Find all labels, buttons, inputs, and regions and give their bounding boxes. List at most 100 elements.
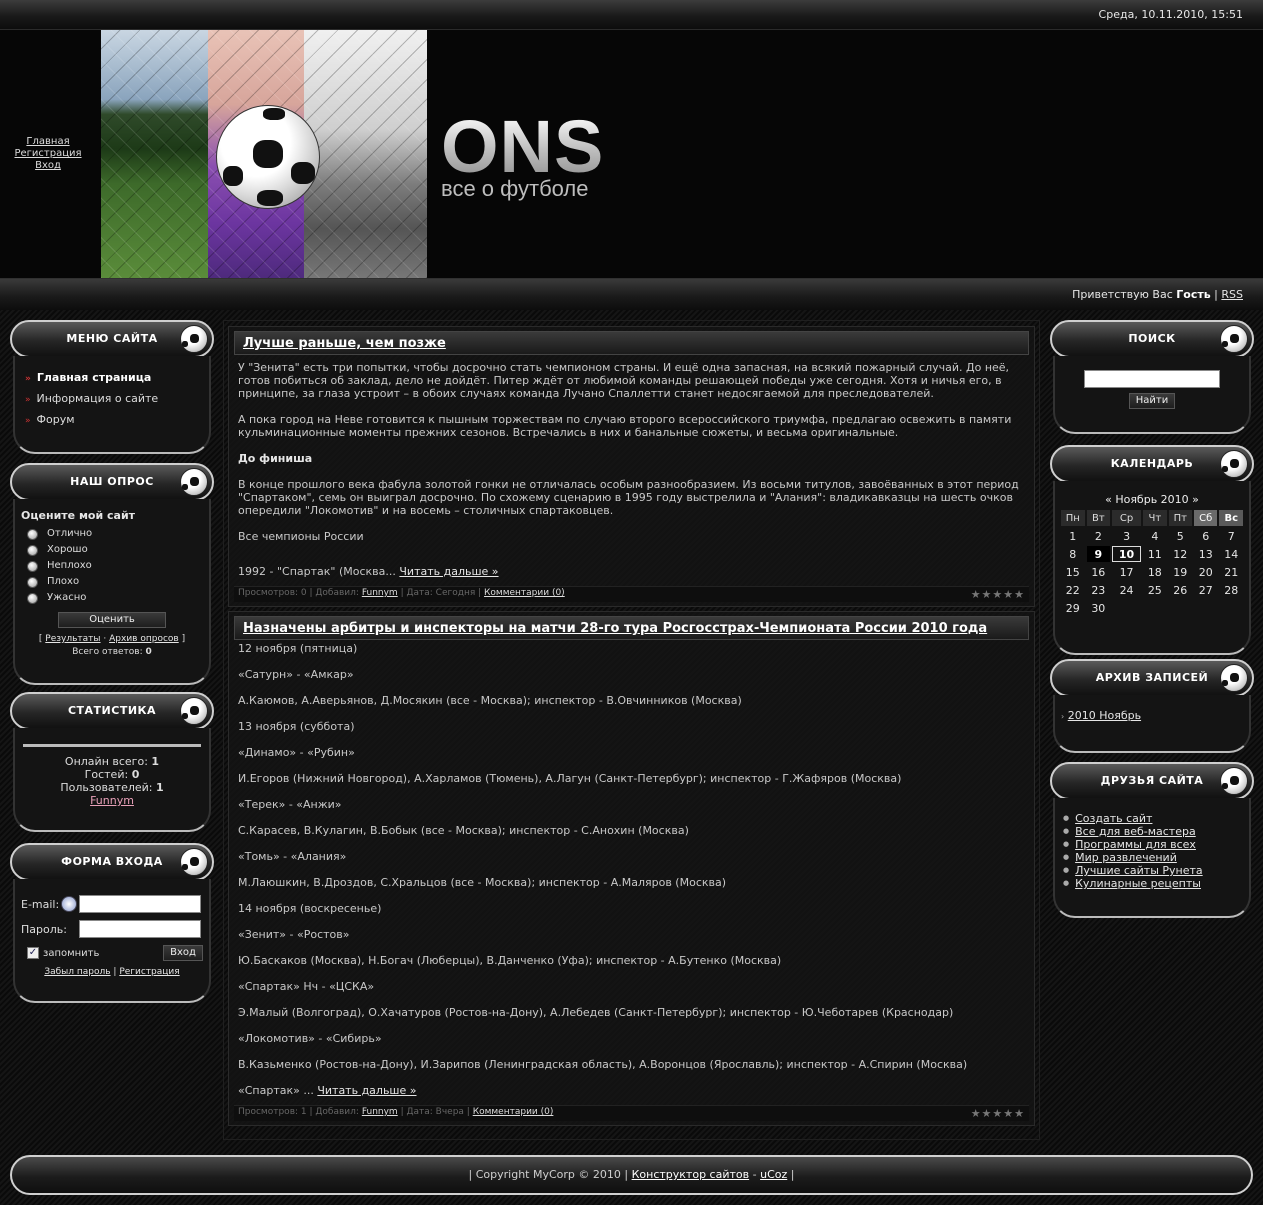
header-link-home[interactable]: Главная [8,136,88,148]
register-link[interactable]: Регистрация [119,967,179,977]
menu-item-about[interactable]: Информация о сайте [25,389,199,410]
poll-option-excellent[interactable]: Отлично [21,526,203,542]
calendar-day: 25 [1147,583,1162,597]
login-button[interactable]: Вход [163,945,203,961]
entry-title-link[interactable]: Лучше раньше, чем позже [243,336,446,351]
poll-option-awful[interactable]: Ужасно [21,590,203,606]
entry-author-link[interactable]: Funnym [362,1107,398,1117]
forgot-password-link[interactable]: Забыл пароль [44,967,110,977]
friends-link[interactable]: Лучшие сайты Рунета [1075,864,1203,877]
weekday: Сб [1194,510,1218,526]
calendar-day: 23 [1091,583,1106,597]
radio-button[interactable] [27,560,38,572]
read-more-link[interactable]: Читать дальше » [399,565,498,578]
poll-results-link[interactable]: Результаты [45,634,100,644]
site-menu: Главная страница Информация о сайте Фору… [21,364,203,435]
greeting-prefix: Приветствую Вас [1072,288,1173,301]
poll-total: Всего ответов: 0 [21,647,203,657]
entry-paragraph: «Сатурн» - «Амкар» [238,668,354,681]
menu-block-title: МЕНЮ САЙТА [10,320,214,358]
poll-question: Оцените мой сайт [21,509,136,522]
calendar-day: 20 [1198,565,1213,579]
entry-paragraph: «Динамо» - «Рубин» [238,746,355,759]
entry-added-label: Добавил: [315,588,359,598]
archive-block: АРХИВ ЗАПИСЕЙ › 2010 Ноябрь [1050,659,1254,753]
entry-paragraph: «Томь» - «Алания» [238,850,347,863]
stats-title-text: СТАТИСТИКА [67,704,157,717]
friends-list: Создать сайт Все для веб-мастера Програм… [1061,812,1243,890]
entry-paragraph: А.Каюмов, А.Аверьянов, Д.Мосякин (все - … [238,694,742,707]
entry-teaser-text: 1992 - "Спартак" (Москва... [238,565,396,578]
calendar-day: 21 [1224,565,1239,579]
search-input[interactable] [1084,370,1220,388]
friends-link[interactable]: Кулинарные рецепты [1075,877,1201,890]
poll-archive-link[interactable]: Архив опросов [109,634,179,644]
rating-stars-icon[interactable]: ★★★★★ [971,1107,1025,1120]
menu-title-text: МЕНЮ САЙТА [66,332,158,345]
radio-button[interactable] [27,544,38,556]
entry-paragraph: Э.Малый (Волгоград), О.Хачатуров (Ростов… [238,1006,954,1019]
entry-paragraph: 12 ноября (пятница) [238,642,358,655]
calendar-day: 12 [1173,547,1188,561]
radio-button[interactable] [27,576,38,588]
poll-links: [ Результаты · Архив опросов ] [38,634,186,644]
stats-online-label: Онлайн всего: [64,755,148,768]
friends-link[interactable]: Программы для всех [1075,838,1196,851]
search-button[interactable]: Найти [1129,393,1175,409]
ucoz-link[interactable]: uCoz [760,1168,787,1181]
poll-option-good[interactable]: Хорошо [21,542,203,558]
friends-link[interactable]: Создать сайт [1075,812,1152,825]
calendar-day-today[interactable]: 10 [1112,546,1142,562]
friends-link[interactable]: Все для веб-мастера [1075,825,1196,838]
header-link-register[interactable]: Регистрация [8,148,88,160]
rss-link[interactable]: RSS [1221,288,1243,301]
poll-option-label: Неплохо [47,560,92,571]
search-block-title: ПОИСК [1050,320,1254,358]
remember-checkbox[interactable]: ✓ [27,947,39,959]
entry-comments-link[interactable]: Комментарии (0) [484,588,565,598]
entry-1: Лучше раньше, чем позже У "Зенита" есть … [228,326,1035,607]
stats-users-label: Пользователей: [60,781,153,794]
radio-button[interactable] [27,528,38,540]
entry-body: У "Зенита" есть три попытки, чтобы досро… [234,355,1029,586]
entry-date: Дата: Вчера [406,1107,464,1117]
menu-item-home[interactable]: Главная страница [25,368,199,389]
vote-button[interactable]: Оценить [58,612,166,628]
poll-option-fine[interactable]: Неплохо [21,558,203,574]
weekday: Чт [1143,510,1167,526]
entry-comments-link[interactable]: Комментарии (0) [473,1107,554,1117]
radio-button[interactable] [27,592,38,604]
archive-link[interactable]: 2010 Ноябрь [1068,709,1141,722]
rating-stars-icon[interactable]: ★★★★★ [971,588,1025,601]
stats-user-link[interactable]: Funnym [90,794,134,807]
calendar-day: 11 [1147,547,1162,561]
entry-title-bar: Лучше раньше, чем позже [234,331,1029,355]
header-link-login[interactable]: Вход [8,160,88,172]
greeting-sep: | [1214,288,1218,301]
calendar-next[interactable]: » [1192,493,1199,506]
entry-author-link[interactable]: Funnym [362,588,398,598]
email-label: E-mail: [21,897,60,911]
poll-option-label: Хорошо [47,544,88,555]
login-block-title: ФОРМА ВХОДА [10,843,214,881]
openid-icon[interactable] [61,896,77,912]
email-input[interactable] [79,895,201,913]
archive-title-text: АРХИВ ЗАПИСЕЙ [1095,671,1209,684]
entry-paragraph: «Спартак» Нч - «ЦСКА» [238,980,375,993]
soccer-ball-icon [180,325,208,353]
password-input[interactable] [79,920,201,938]
entry-paragraph: «Локомотив» - «Сибирь» [238,1032,382,1045]
stats-block-body: Онлайн всего: 1 Гостей: 0 Пользователей:… [13,728,211,832]
calendar-day: 30 [1091,601,1106,615]
calendar-day: 4 [1151,529,1159,543]
menu-item-forum[interactable]: Форум [25,410,199,431]
calendar-day-with-entry[interactable]: 9 [1086,546,1111,562]
calendar-prev[interactable]: « [1105,493,1112,506]
stats-divider [23,744,201,747]
constructor-link[interactable]: Конструктор сайтов [632,1168,750,1181]
read-more-link[interactable]: Читать дальше » [317,1084,416,1097]
entry-title-link[interactable]: Назначены арбитры и инспекторы на матчи … [243,621,987,636]
friends-link[interactable]: Мир развлечений [1075,851,1177,864]
poll-block-body: Оцените мой сайт Отлично Хорошо Неплохо … [13,499,211,685]
poll-option-bad[interactable]: Плохо [21,574,203,590]
